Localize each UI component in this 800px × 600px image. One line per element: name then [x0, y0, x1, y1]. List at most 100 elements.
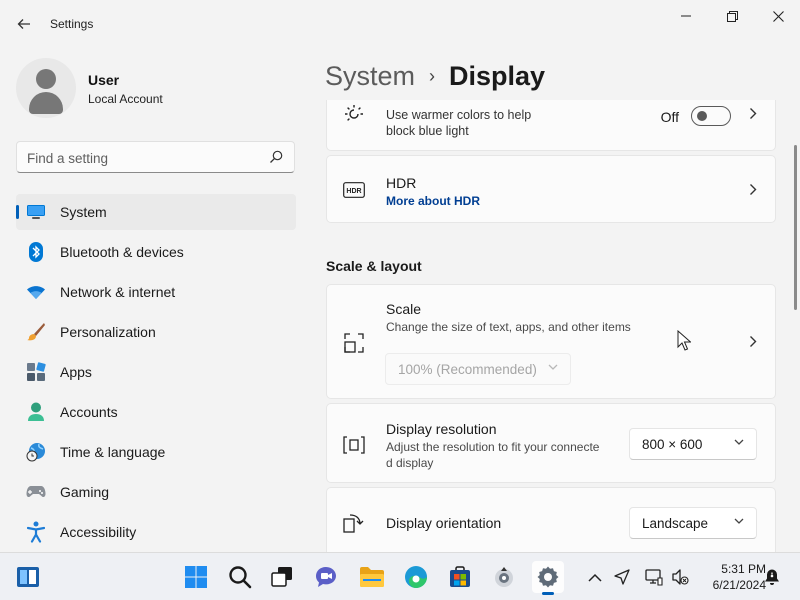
- sidebar-item-personalization[interactable]: Personalization: [16, 314, 296, 350]
- paintbrush-icon: [26, 322, 46, 342]
- back-button[interactable]: [10, 10, 38, 38]
- network-button[interactable]: [644, 567, 664, 587]
- hdr-title: HDR: [386, 175, 417, 191]
- sidebar-item-label: Time & language: [60, 444, 166, 460]
- search-input[interactable]: [27, 148, 257, 168]
- sidebar-item-system[interactable]: System: [16, 194, 296, 230]
- restore-button[interactable]: [709, 5, 755, 27]
- section-heading-scale-layout: Scale & layout: [326, 258, 422, 274]
- night-light-subtitle-1: Use warmer colors to help: [386, 108, 532, 122]
- widgets-icon: [17, 567, 39, 587]
- page-title: Display: [449, 60, 546, 91]
- settings-taskbar-button[interactable]: [532, 561, 564, 595]
- chat-button[interactable]: [310, 561, 342, 593]
- avatar: [16, 58, 76, 118]
- speaker-muted-icon: [672, 569, 689, 585]
- bluetooth-icon: [26, 242, 46, 262]
- svg-text:HDR: HDR: [346, 188, 361, 195]
- close-icon: [772, 10, 784, 22]
- resolution-dropdown[interactable]: 800 × 600: [629, 428, 757, 460]
- sidebar-item-label: Gaming: [60, 484, 110, 500]
- sidebar-item-label: Bluetooth & devices: [60, 244, 184, 260]
- orientation-value: Landscape: [642, 516, 709, 531]
- clock-time: 5:31 PM: [721, 562, 766, 576]
- sidebar-item-accounts[interactable]: Accounts: [16, 394, 296, 430]
- gamepad-icon: [26, 482, 46, 502]
- sidebar-item-label: Accounts: [60, 404, 118, 420]
- monitor-icon: [26, 202, 46, 222]
- chevron-down-icon: [734, 436, 744, 448]
- user-card[interactable]: User Local Account: [16, 58, 286, 118]
- scale-value: 100% (Recommended): [398, 362, 537, 377]
- media-app-button[interactable]: [488, 561, 520, 593]
- taskbar-search-button[interactable]: [224, 561, 256, 593]
- sidebar-item-label: Accessibility: [60, 524, 137, 540]
- clock-date: 6/21/2024: [712, 578, 766, 592]
- restore-icon: [726, 10, 738, 22]
- orientation-icon: [343, 512, 365, 534]
- notifications-button[interactable]: [762, 567, 782, 587]
- sidebar-item-time-language[interactable]: Time & language: [16, 434, 296, 470]
- scale-title: Scale: [386, 301, 422, 317]
- search-box[interactable]: [16, 141, 295, 173]
- sidebar-item-bluetooth[interactable]: Bluetooth & devices: [16, 234, 296, 270]
- scale-dropdown[interactable]: 100% (Recommended): [385, 353, 571, 385]
- breadcrumb-separator: ›: [429, 65, 436, 86]
- arrow-left-icon: [17, 19, 30, 29]
- hdr-link[interactable]: More about HDR: [386, 194, 480, 208]
- sidebar-nav: System Bluetooth & devices Network & int…: [16, 194, 296, 554]
- tray-overflow-button[interactable]: [585, 567, 605, 587]
- taskbar-clock[interactable]: 5:31 PM 6/21/2024: [694, 561, 766, 593]
- windows-start-icon: [185, 566, 207, 588]
- hdr-card[interactable]: HDR HDR More about HDR: [326, 155, 776, 223]
- media-app-icon: [495, 567, 513, 587]
- store-button[interactable]: [444, 561, 476, 593]
- chevron-up-icon: [588, 573, 602, 582]
- sidebar-item-accessibility[interactable]: Accessibility: [16, 514, 296, 550]
- taskbar: 5:31 PM 6/21/2024: [0, 552, 800, 600]
- location-button[interactable]: [612, 567, 632, 587]
- orientation-title: Display orientation: [386, 515, 502, 531]
- sidebar-item-label: Personalization: [60, 324, 156, 340]
- chevron-right-icon: [749, 335, 757, 351]
- sidebar-item-label: System: [60, 204, 107, 220]
- wifi-icon: [26, 282, 46, 302]
- app-title: Settings: [50, 17, 94, 31]
- start-button[interactable]: [180, 561, 212, 593]
- close-button[interactable]: [755, 5, 800, 27]
- file-explorer-button[interactable]: [356, 561, 388, 593]
- sidebar-item-label: Network & internet: [60, 284, 176, 300]
- scrollbar[interactable]: [794, 145, 797, 310]
- settings-content: Use warmer colors to help block blue lig…: [326, 100, 776, 552]
- search-icon: [229, 566, 252, 589]
- night-light-card[interactable]: Use warmer colors to help block blue lig…: [326, 100, 776, 151]
- search-icon[interactable]: [268, 149, 284, 165]
- notification-bell-icon: [765, 569, 779, 585]
- night-light-toggle[interactable]: [691, 106, 731, 126]
- brightness-icon: [343, 103, 365, 125]
- settings-gear-icon: [537, 566, 559, 588]
- scale-card[interactable]: Scale Change the size of text, apps, and…: [326, 284, 776, 399]
- orientation-dropdown[interactable]: Landscape: [629, 507, 757, 539]
- edge-button[interactable]: [400, 561, 432, 593]
- sidebar-item-network[interactable]: Network & internet: [16, 274, 296, 310]
- title-bar: Settings: [0, 0, 800, 48]
- chevron-right-icon: [749, 107, 757, 123]
- volume-button[interactable]: [670, 567, 690, 587]
- resolution-value: 800 × 600: [642, 437, 703, 452]
- accessibility-icon: [26, 521, 46, 543]
- night-light-state: Off: [660, 109, 679, 125]
- scale-subtitle: Change the size of text, apps, and other…: [386, 320, 631, 334]
- minimize-button[interactable]: [663, 5, 709, 27]
- chevron-right-icon: [749, 183, 757, 199]
- resolution-card: Display resolution Adjust the resolution…: [326, 403, 776, 483]
- minimize-icon: [681, 15, 691, 17]
- sidebar-item-gaming[interactable]: Gaming: [16, 474, 296, 510]
- breadcrumb-parent[interactable]: System: [325, 61, 415, 92]
- resolution-title: Display resolution: [386, 421, 497, 437]
- account-type: Local Account: [88, 92, 163, 106]
- widgets-button[interactable]: [12, 561, 44, 593]
- task-view-button[interactable]: [266, 561, 298, 593]
- resolution-icon: [343, 434, 365, 456]
- sidebar-item-apps[interactable]: Apps: [16, 354, 296, 390]
